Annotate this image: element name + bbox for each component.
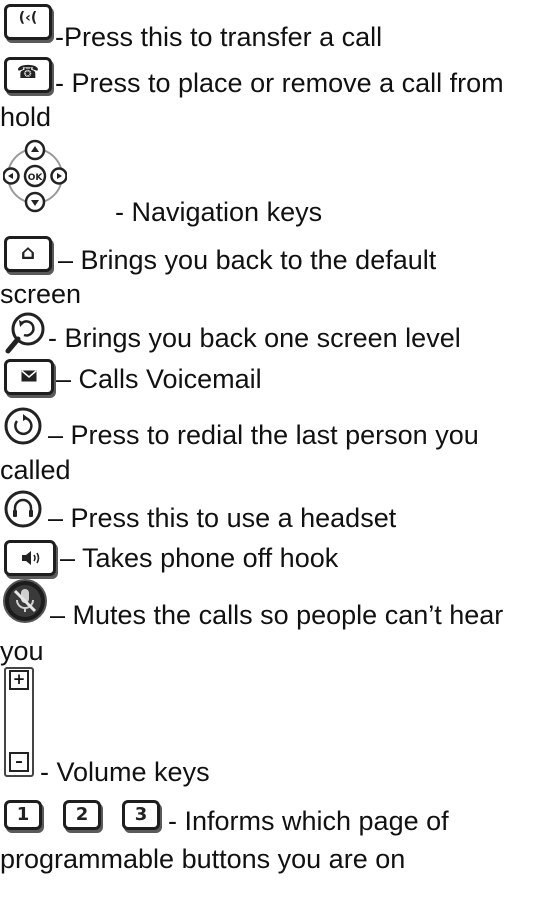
hold-description-cont: hold (0, 102, 52, 132)
back-icon (5, 312, 45, 354)
voicemail-description: – Calls Voicemail (56, 364, 262, 394)
back-description: - Brings you back one screen level (48, 323, 461, 353)
navigation-description: - Navigation keys (115, 197, 323, 227)
mute-description: – Mutes the calls so people can’t hear (50, 600, 504, 630)
volume-down-key: – (9, 752, 29, 772)
transfer-description: -Press this to transfer a call (55, 22, 383, 52)
redial-description: – Press to redial the last person you (48, 420, 479, 450)
page-key-3: 3 (122, 800, 160, 830)
ok-key-label: OK (28, 173, 44, 183)
page-keys-description-cont: programmable buttons you are on (0, 844, 406, 874)
page-keys-description: - Informs which page of (168, 806, 449, 836)
mute-icon (3, 579, 47, 623)
hold-description: - Press to place or remove a call from (55, 68, 504, 98)
speaker-description: – Takes phone off hook (60, 543, 339, 573)
transfer-icon: (‹( (4, 4, 52, 40)
headset-icon (4, 490, 42, 528)
redial-description-cont: called (0, 455, 71, 485)
volume-description: - Volume keys (40, 757, 210, 787)
speaker-icon (4, 540, 56, 576)
page-key-2: 2 (63, 800, 101, 830)
hold-icon: ☎ (4, 57, 52, 93)
headset-description: – Press this to use a headset (48, 503, 397, 533)
home-description-cont: screen (0, 279, 82, 309)
home-description: – Brings you back to the default (58, 245, 437, 275)
redial-icon (4, 407, 42, 445)
mute-description-cont: you (0, 636, 44, 666)
home-icon: ⌂ (4, 236, 52, 272)
navigation-keys-icon: OK (3, 139, 67, 213)
volume-up-key: + (9, 670, 29, 690)
page-key-1: 1 (4, 800, 42, 830)
voicemail-icon (4, 359, 54, 395)
